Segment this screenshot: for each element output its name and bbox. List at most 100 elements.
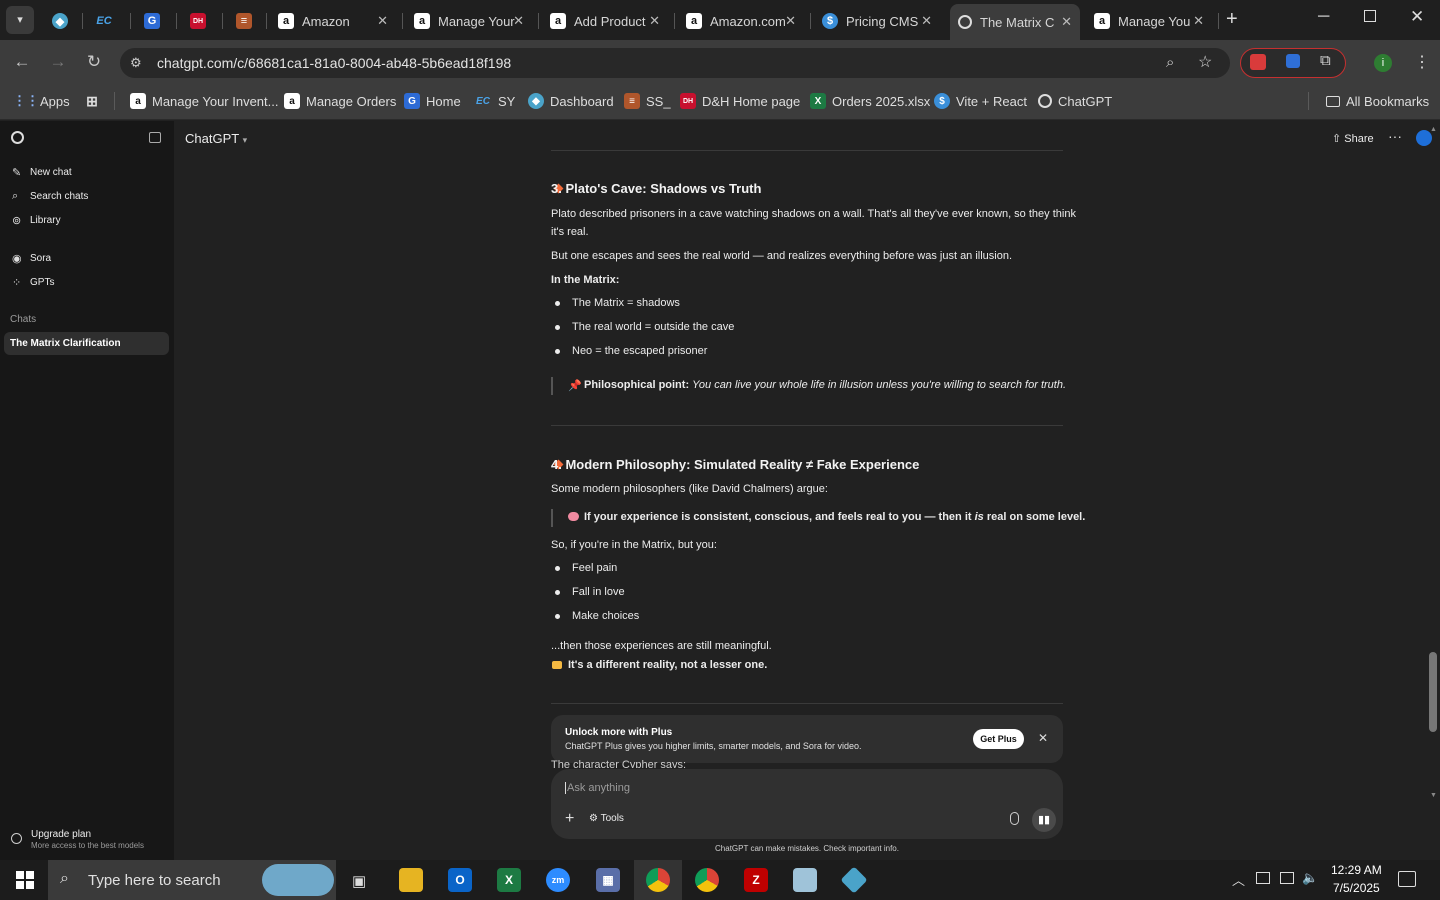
- close-icon[interactable]: ✕: [1061, 14, 1072, 30]
- tab-pricing-cms[interactable]: $ Pricing CMS ✕: [822, 6, 940, 36]
- divider: [551, 425, 1063, 426]
- bookmark-grid[interactable]: ⊞: [84, 92, 106, 110]
- tab-amazon-com[interactable]: a Amazon.com ✕: [686, 6, 804, 36]
- filezilla-icon[interactable]: Z: [744, 868, 768, 892]
- scrollbar-up-arrow[interactable]: ▲: [1430, 126, 1437, 133]
- close-icon[interactable]: ✕: [649, 13, 660, 29]
- chatgpt-logo-icon[interactable]: [11, 131, 24, 144]
- pdf-extension-icon[interactable]: [1250, 54, 1266, 70]
- tools-button[interactable]: ⚙ Tools: [589, 813, 624, 824]
- scrollbar-thumb[interactable]: [1429, 652, 1437, 732]
- close-icon[interactable]: ✕: [785, 13, 796, 29]
- site-info-icon[interactable]: ⚙: [130, 55, 142, 71]
- tab-amazon[interactable]: a Amazon ✕: [278, 6, 396, 36]
- close-icon[interactable]: ✕: [1193, 13, 1204, 29]
- sidebar-item-new-chat[interactable]: ✎ New chat: [12, 166, 72, 179]
- file-explorer-icon[interactable]: [399, 868, 423, 892]
- bookmark-chatgpt[interactable]: ChatGPT: [1038, 92, 1112, 110]
- add-attachment-icon[interactable]: +: [565, 810, 574, 828]
- sidebar-item-search-chats[interactable]: ⌕ Search chats: [12, 190, 88, 203]
- amazon-icon: a: [1094, 13, 1110, 29]
- windows-start-icon[interactable]: [16, 871, 34, 889]
- bookmark-sy[interactable]: EC SY: [474, 92, 515, 110]
- tab-pinned-3[interactable]: G: [144, 6, 162, 36]
- notifications-icon[interactable]: [1398, 871, 1416, 887]
- chevron-up-icon[interactable]: ︿: [1232, 870, 1245, 889]
- get-plus-button[interactable]: Get Plus: [973, 729, 1024, 749]
- chrome-icon[interactable]: [695, 868, 719, 892]
- extensions-icon[interactable]: ⧉: [1320, 52, 1331, 69]
- library-icon: ⊚: [12, 215, 22, 227]
- bookmark-apps[interactable]: ⋮⋮ Apps: [13, 92, 70, 110]
- tab-pinned-2[interactable]: EC: [96, 6, 118, 36]
- tab-add-product[interactable]: a Add Product ✕: [550, 6, 668, 36]
- tab-the-matrix[interactable]: The Matrix C ✕: [950, 4, 1080, 40]
- new-tab-button[interactable]: +: [1226, 8, 1238, 31]
- more-options-icon[interactable]: ···: [1388, 128, 1402, 144]
- tab-pinned-1[interactable]: ◆: [52, 6, 70, 36]
- bookmark-dh-home[interactable]: DH D&H Home page: [680, 92, 800, 110]
- tab-pinned-4[interactable]: DH: [190, 6, 208, 36]
- list-item: Make choices: [572, 610, 640, 622]
- sidebar-item-sora[interactable]: ◉ Sora: [12, 252, 51, 265]
- volume-icon[interactable]: 🔈: [1302, 870, 1318, 886]
- chrome-menu-icon[interactable]: ⋮: [1414, 52, 1430, 72]
- close-icon[interactable]: ✕: [377, 13, 388, 29]
- bookmark-orders-xlsx[interactable]: X Orders 2025.xlsx: [810, 92, 930, 110]
- tab-search-button[interactable]: ▾: [6, 6, 34, 34]
- reload-button[interactable]: ↻: [82, 50, 106, 74]
- s4-paragraph-1: Some modern philosophers (like David Cha…: [551, 483, 828, 495]
- excel-icon[interactable]: X: [497, 868, 521, 892]
- bookmark-manage-orders[interactable]: a Manage Orders: [284, 92, 396, 110]
- bookmark-ss[interactable]: ≡ SS_: [624, 92, 671, 110]
- model-selector[interactable]: ChatGPT ▾: [185, 131, 247, 146]
- s3-in-matrix: In the Matrix:: [551, 274, 620, 286]
- zoom-app-icon[interactable]: zm: [546, 868, 570, 892]
- security-tray-icon[interactable]: [1256, 872, 1270, 884]
- minimize-button[interactable]: ─: [1318, 8, 1329, 26]
- restore-button[interactable]: [1364, 10, 1376, 22]
- sidebar-item-gpts[interactable]: ⁘ GPTs: [12, 276, 54, 289]
- section-4-title: 4. Modern Philosophy: Simulated Reality …: [551, 457, 920, 472]
- clock-time[interactable]: 12:29 AM: [1331, 863, 1382, 877]
- back-button[interactable]: ←: [10, 50, 34, 74]
- microphone-icon[interactable]: [1010, 812, 1019, 825]
- outlook-icon[interactable]: O: [448, 868, 472, 892]
- upgrade-plan-title[interactable]: Upgrade plan: [31, 829, 91, 840]
- tab-manage-your[interactable]: a Manage Your ✕: [414, 6, 532, 36]
- bookmark-star-icon[interactable]: ☆: [1198, 52, 1212, 72]
- forward-button[interactable]: →: [46, 50, 70, 74]
- scrollbar-down-arrow[interactable]: ▼: [1430, 792, 1437, 799]
- sidebar-item-library[interactable]: ⊚ Library: [12, 214, 61, 227]
- tab-pinned-5[interactable]: ≡: [236, 6, 254, 36]
- bookmark-manage-inventory[interactable]: a Manage Your Invent...: [130, 92, 278, 110]
- bookmark-vite-react[interactable]: $ Vite + React: [934, 92, 1027, 110]
- puzzle-extension-icon[interactable]: [1286, 54, 1300, 68]
- all-bookmarks[interactable]: All Bookmarks: [1326, 92, 1429, 110]
- notes-app-icon[interactable]: [793, 868, 817, 892]
- close-icon[interactable]: ✕: [513, 13, 524, 29]
- search-icon: ⌕: [60, 870, 69, 887]
- chrome-icon[interactable]: [646, 868, 670, 892]
- excel-icon: X: [810, 93, 826, 109]
- bookmark-home[interactable]: G Home: [404, 92, 461, 110]
- share-button[interactable]: ⇧ Share: [1332, 132, 1374, 145]
- network-icon[interactable]: [1280, 872, 1294, 884]
- amazon-icon: a: [130, 93, 146, 109]
- close-window-button[interactable]: ✕: [1410, 7, 1424, 27]
- task-view-icon[interactable]: ▣: [352, 872, 366, 890]
- prompt-input[interactable]: Ask anything: [565, 782, 1005, 794]
- profile-avatar[interactable]: i: [1374, 54, 1392, 72]
- clock-date[interactable]: 7/5/2025: [1333, 881, 1380, 895]
- close-icon[interactable]: ✕: [921, 13, 932, 29]
- calculator-icon[interactable]: ▦: [596, 868, 620, 892]
- close-promo-icon[interactable]: ✕: [1038, 731, 1048, 745]
- bookmark-dashboard[interactable]: ◆ Dashboard: [528, 92, 614, 110]
- close-sidebar-icon[interactable]: [149, 132, 161, 143]
- s4-paragraph-3: ...then those experiences are still mean…: [551, 640, 772, 652]
- zoom-icon[interactable]: ⌕: [1166, 54, 1174, 71]
- tab-strip: ▾ ◆ EC G DH ≡ a Amazon ✕ a Manage Your ✕ a Ad…: [0, 0, 1440, 40]
- tab-manage-you[interactable]: a Manage You ✕: [1094, 6, 1212, 36]
- chatgpt-icon: [958, 15, 972, 29]
- voice-mode-button[interactable]: ▮▮: [1032, 808, 1056, 832]
